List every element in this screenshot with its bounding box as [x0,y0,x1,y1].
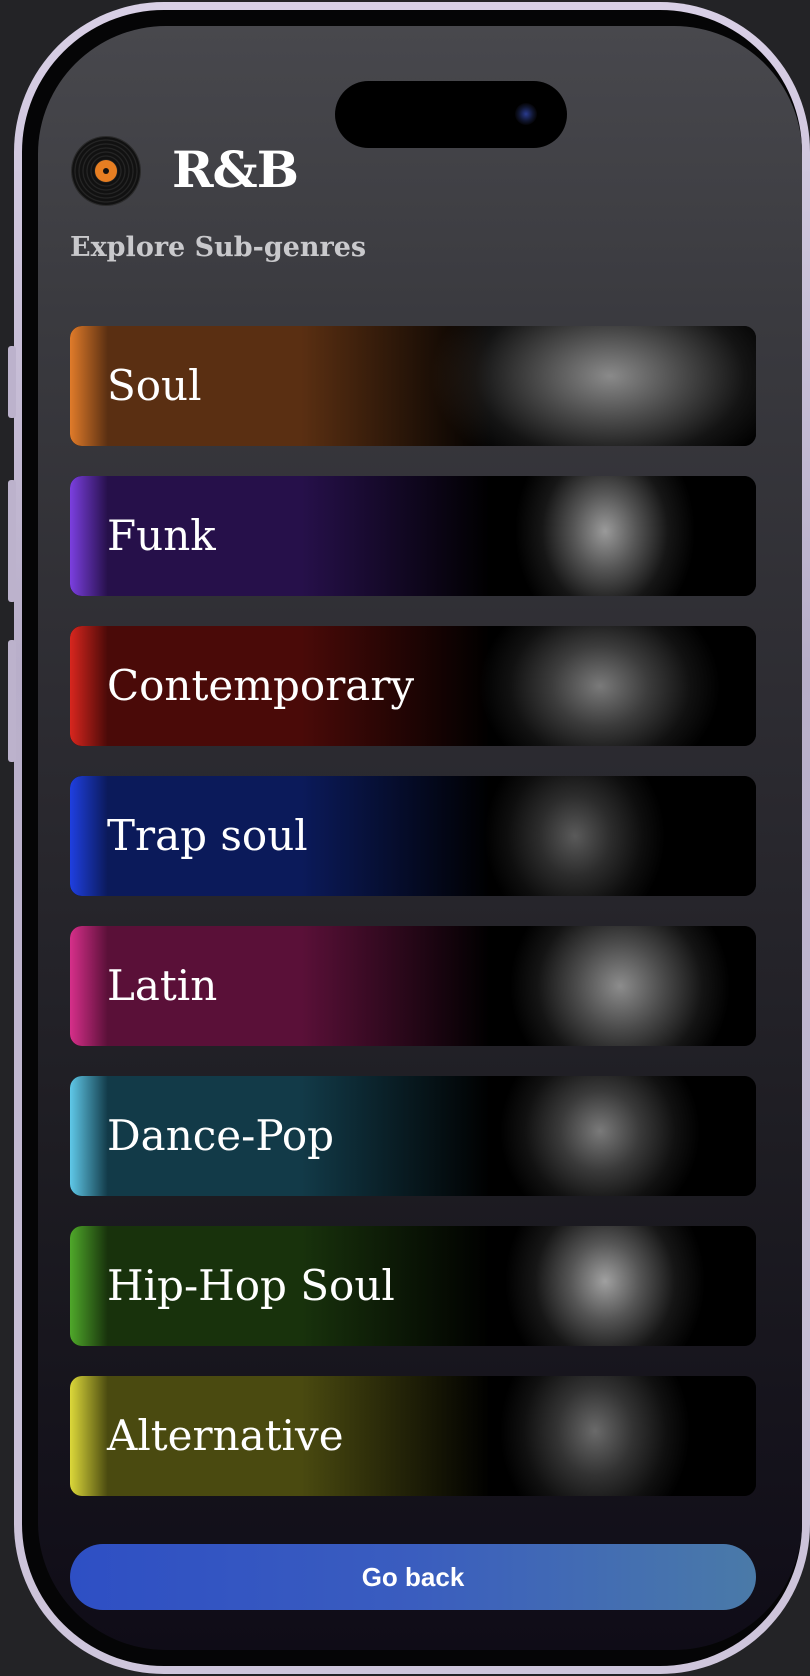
go-back-button[interactable]: Go back [70,1544,756,1610]
genre-label: Funk [107,511,216,560]
genre-label: Dance-Pop [107,1111,335,1160]
camera-lens-icon [515,103,537,125]
volume-up-button [8,480,16,602]
genre-label: Soul [107,361,202,410]
genre-label: Hip-Hop Soul [107,1261,395,1310]
genre-card-funk[interactable]: Funk [70,476,756,596]
dynamic-island [335,81,567,148]
genre-card-trap-soul[interactable]: Trap soul [70,776,756,896]
genre-label: Alternative [107,1411,344,1460]
genre-card-alternative[interactable]: Alternative [70,1376,756,1496]
page-subtitle: Explore Sub-genres [70,232,367,263]
genre-card-dance-pop[interactable]: Dance-Pop [70,1076,756,1196]
genre-card-contemporary[interactable]: Contemporary [70,626,756,746]
vinyl-record-icon [72,137,140,205]
genre-card-hip-hop-soul[interactable]: Hip-Hop Soul [70,1226,756,1346]
genre-label: Latin [107,961,218,1010]
genre-label: Contemporary [107,661,415,710]
genre-list: Soul Funk Contemporary Trap soul Latin D… [70,326,756,1526]
genre-label: Trap soul [107,811,308,860]
genre-card-latin[interactable]: Latin [70,926,756,1046]
genre-card-soul[interactable]: Soul [70,326,756,446]
silent-switch [8,346,16,418]
volume-down-button [8,640,16,762]
page-title: R&B [172,140,299,199]
